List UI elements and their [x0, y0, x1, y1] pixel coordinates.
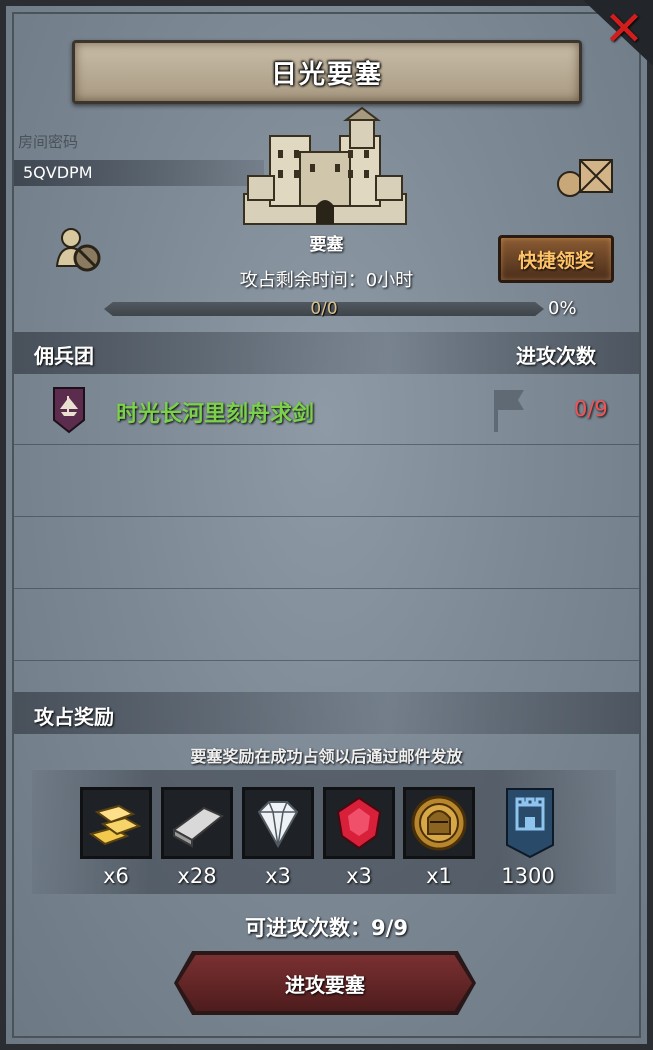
castle-icon: [243, 106, 407, 225]
available-attacks: 可进攻次数：9/9: [245, 916, 408, 940]
item-qty: 1300: [501, 864, 555, 888]
page-title: 日光要塞: [270, 59, 383, 90]
silver-ingot-icon[interactable]: [161, 787, 233, 859]
ruby-icon[interactable]: [323, 787, 395, 859]
row-divider: [14, 588, 639, 589]
row-divider: [14, 660, 639, 661]
attack-button-label: 进攻要塞: [285, 972, 365, 997]
mercenary-name[interactable]: 时光长河里刻舟求剑: [116, 396, 314, 428]
attack-fortress-button[interactable]: 进攻要塞: [178, 955, 472, 1011]
title-plank: 日光要塞: [72, 40, 582, 104]
supply-crate-icon[interactable]: [556, 152, 616, 198]
item-qty: x6: [103, 864, 129, 888]
mercenary-section-title: 佣兵团: [34, 344, 94, 368]
remaining-time: 攻占剩余时间：0小时: [239, 270, 414, 291]
item-qty: x3: [346, 864, 372, 888]
row-divider: [14, 444, 639, 445]
item-qty: x1: [426, 864, 452, 888]
room-code-value: 5QVDPM: [23, 163, 93, 182]
item-qty: x3: [265, 864, 291, 888]
guild-banner-icon: [53, 387, 85, 434]
close-icon[interactable]: ✕: [601, 5, 647, 53]
capture-progress-percent: 0%: [548, 298, 577, 319]
rewards-note: 要塞奖励在成功占领以后通过邮件发放: [190, 747, 463, 766]
fortress-banner-icon[interactable]: [494, 787, 566, 859]
item-qty: x28: [177, 864, 217, 888]
room-code-label: 房间密码: [18, 133, 79, 151]
row-divider: [14, 516, 639, 517]
attack-count-header: 进攻次数: [516, 344, 596, 368]
knight-medal-icon[interactable]: [403, 787, 475, 859]
rewards-section-title: 攻占奖励: [34, 705, 114, 729]
capture-progress-text: 0/0: [310, 299, 338, 319]
mercenary-attack-count: 0/9: [574, 397, 608, 421]
diamond-icon[interactable]: [242, 787, 314, 859]
flag-icon: [494, 390, 524, 432]
gold-bars-icon[interactable]: [80, 787, 152, 859]
